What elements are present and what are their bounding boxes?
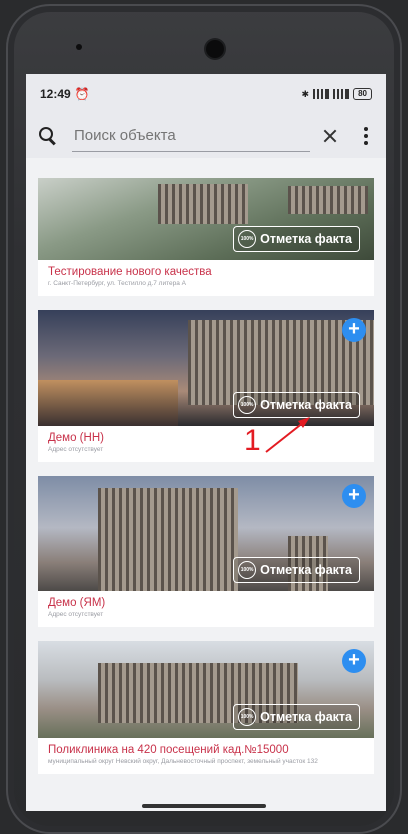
annotation-arrow-icon <box>265 417 310 453</box>
home-indicator[interactable] <box>142 804 266 808</box>
